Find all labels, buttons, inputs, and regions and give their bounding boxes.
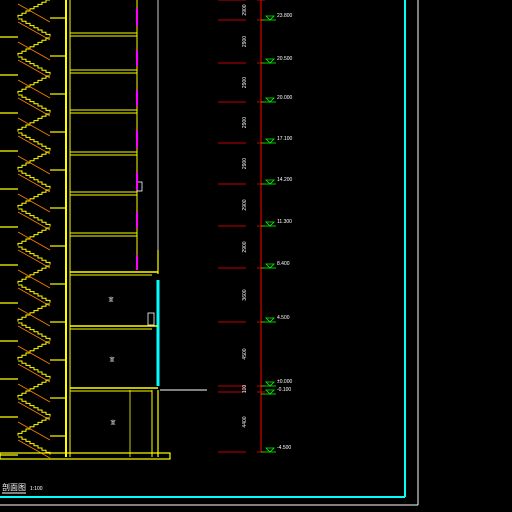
section-title: 剖面图 xyxy=(2,482,26,492)
room-label: 室 xyxy=(109,356,114,363)
dimension-value: 2900 xyxy=(242,199,248,210)
elevation-triangle xyxy=(265,179,275,185)
drawing-caption: 剖面图 1:100 xyxy=(2,482,43,494)
stair-flight xyxy=(18,246,51,265)
elevation-triangle xyxy=(265,263,275,269)
dimension-value: 4500 xyxy=(242,348,248,359)
stair-flight xyxy=(17,303,50,322)
elevation-triangle xyxy=(265,15,275,21)
stair-flight xyxy=(17,0,50,18)
stair-diagonal xyxy=(17,287,51,307)
elevation-value: 8.400 xyxy=(277,261,290,267)
dimension-chain: 2900 2900 2900 2900 2900 2900 2900 3600 4500 100 4… xyxy=(218,0,265,453)
dimension-value: 2900 xyxy=(242,77,248,88)
stair-flight xyxy=(18,436,51,455)
dimension-value: 100 xyxy=(242,385,248,394)
floor-slabs xyxy=(70,32,158,392)
stair-diagonal xyxy=(17,211,51,231)
stair-diagonal xyxy=(17,21,51,41)
elevation-triangle xyxy=(265,97,275,103)
elevation-value: 17.100 xyxy=(277,136,293,142)
building-structure xyxy=(0,0,207,460)
elevation-triangle xyxy=(265,447,275,453)
stair-flight xyxy=(17,265,50,284)
dimension-value: 2900 xyxy=(242,158,248,169)
elevation-triangle xyxy=(265,389,275,395)
stair-flight xyxy=(17,37,50,56)
dimension-value: 2900 xyxy=(242,4,248,15)
stair-flight xyxy=(18,398,51,417)
stair-diagonal xyxy=(17,439,51,459)
stair-flight xyxy=(17,151,50,170)
stair-flight xyxy=(18,360,51,379)
stair-diagonal xyxy=(17,401,51,421)
stair-flight xyxy=(18,208,51,227)
elevation-triangle xyxy=(265,381,275,387)
dimension-value: 3600 xyxy=(242,289,248,300)
room-labels: 室 室 室 xyxy=(108,296,115,426)
elevation-value: 20.500 xyxy=(277,56,293,62)
dimension-value: 2900 xyxy=(242,36,248,47)
dimension-value: 2900 xyxy=(242,241,248,252)
stair-section xyxy=(0,0,66,459)
stair-diagonal xyxy=(17,97,51,117)
dimension-value: 4400 xyxy=(242,416,248,427)
stair-flight xyxy=(17,417,50,436)
window-detail xyxy=(147,312,155,326)
stair-flight xyxy=(18,284,51,303)
elevation-value: 14.200 xyxy=(277,177,293,183)
elevation-value: 20.000 xyxy=(277,95,293,101)
elevation-markers: 23.800 20.500 20.000 17.100 14.200 11.300 8.40… xyxy=(261,13,293,453)
elevation-value: 4.500 xyxy=(277,315,290,321)
stair-flight xyxy=(17,379,50,398)
stair-flight xyxy=(18,322,51,341)
elevation-triangle xyxy=(265,58,275,64)
stair-diagonal xyxy=(17,173,51,193)
elevation-triangle xyxy=(265,221,275,227)
room-label: 室 xyxy=(108,296,113,303)
stair-diagonal xyxy=(17,363,51,383)
stair-flight xyxy=(18,170,51,189)
elevation-value: 11.300 xyxy=(277,219,292,225)
dimension-value: 2900 xyxy=(242,117,248,128)
stair-flight xyxy=(18,132,51,151)
elevation-value: -4.500 xyxy=(277,445,291,451)
elevation-triangle xyxy=(265,317,275,323)
elevation-value: 23.800 xyxy=(277,13,293,19)
stair-flight xyxy=(17,113,50,132)
elevation-value: ±0.000 xyxy=(277,379,292,385)
stair-diagonal xyxy=(17,249,51,269)
cad-viewport[interactable]: 室 室 室 2900 2900 2900 2900 2900 2900 2900 3600 45… xyxy=(0,0,512,512)
stair-flight xyxy=(18,18,51,37)
stair-flight xyxy=(18,94,51,113)
drawing-frame xyxy=(0,0,419,506)
scale-label: 1:100 xyxy=(30,486,43,492)
stair-flight xyxy=(18,56,51,75)
elevation-triangle xyxy=(265,138,275,144)
elevation-value: -0.100 xyxy=(277,387,291,393)
room-label: 室 xyxy=(110,419,115,426)
stair-diagonal xyxy=(17,325,51,345)
stair-flight xyxy=(17,189,50,208)
section-drawing: 室 室 室 2900 2900 2900 2900 2900 2900 2900 3600 45… xyxy=(0,0,419,506)
stair-flight xyxy=(17,227,50,246)
stair-diagonal xyxy=(17,135,51,155)
stair-diagonal xyxy=(17,59,51,79)
stair-flight xyxy=(17,75,50,94)
stair-flight xyxy=(17,341,50,360)
